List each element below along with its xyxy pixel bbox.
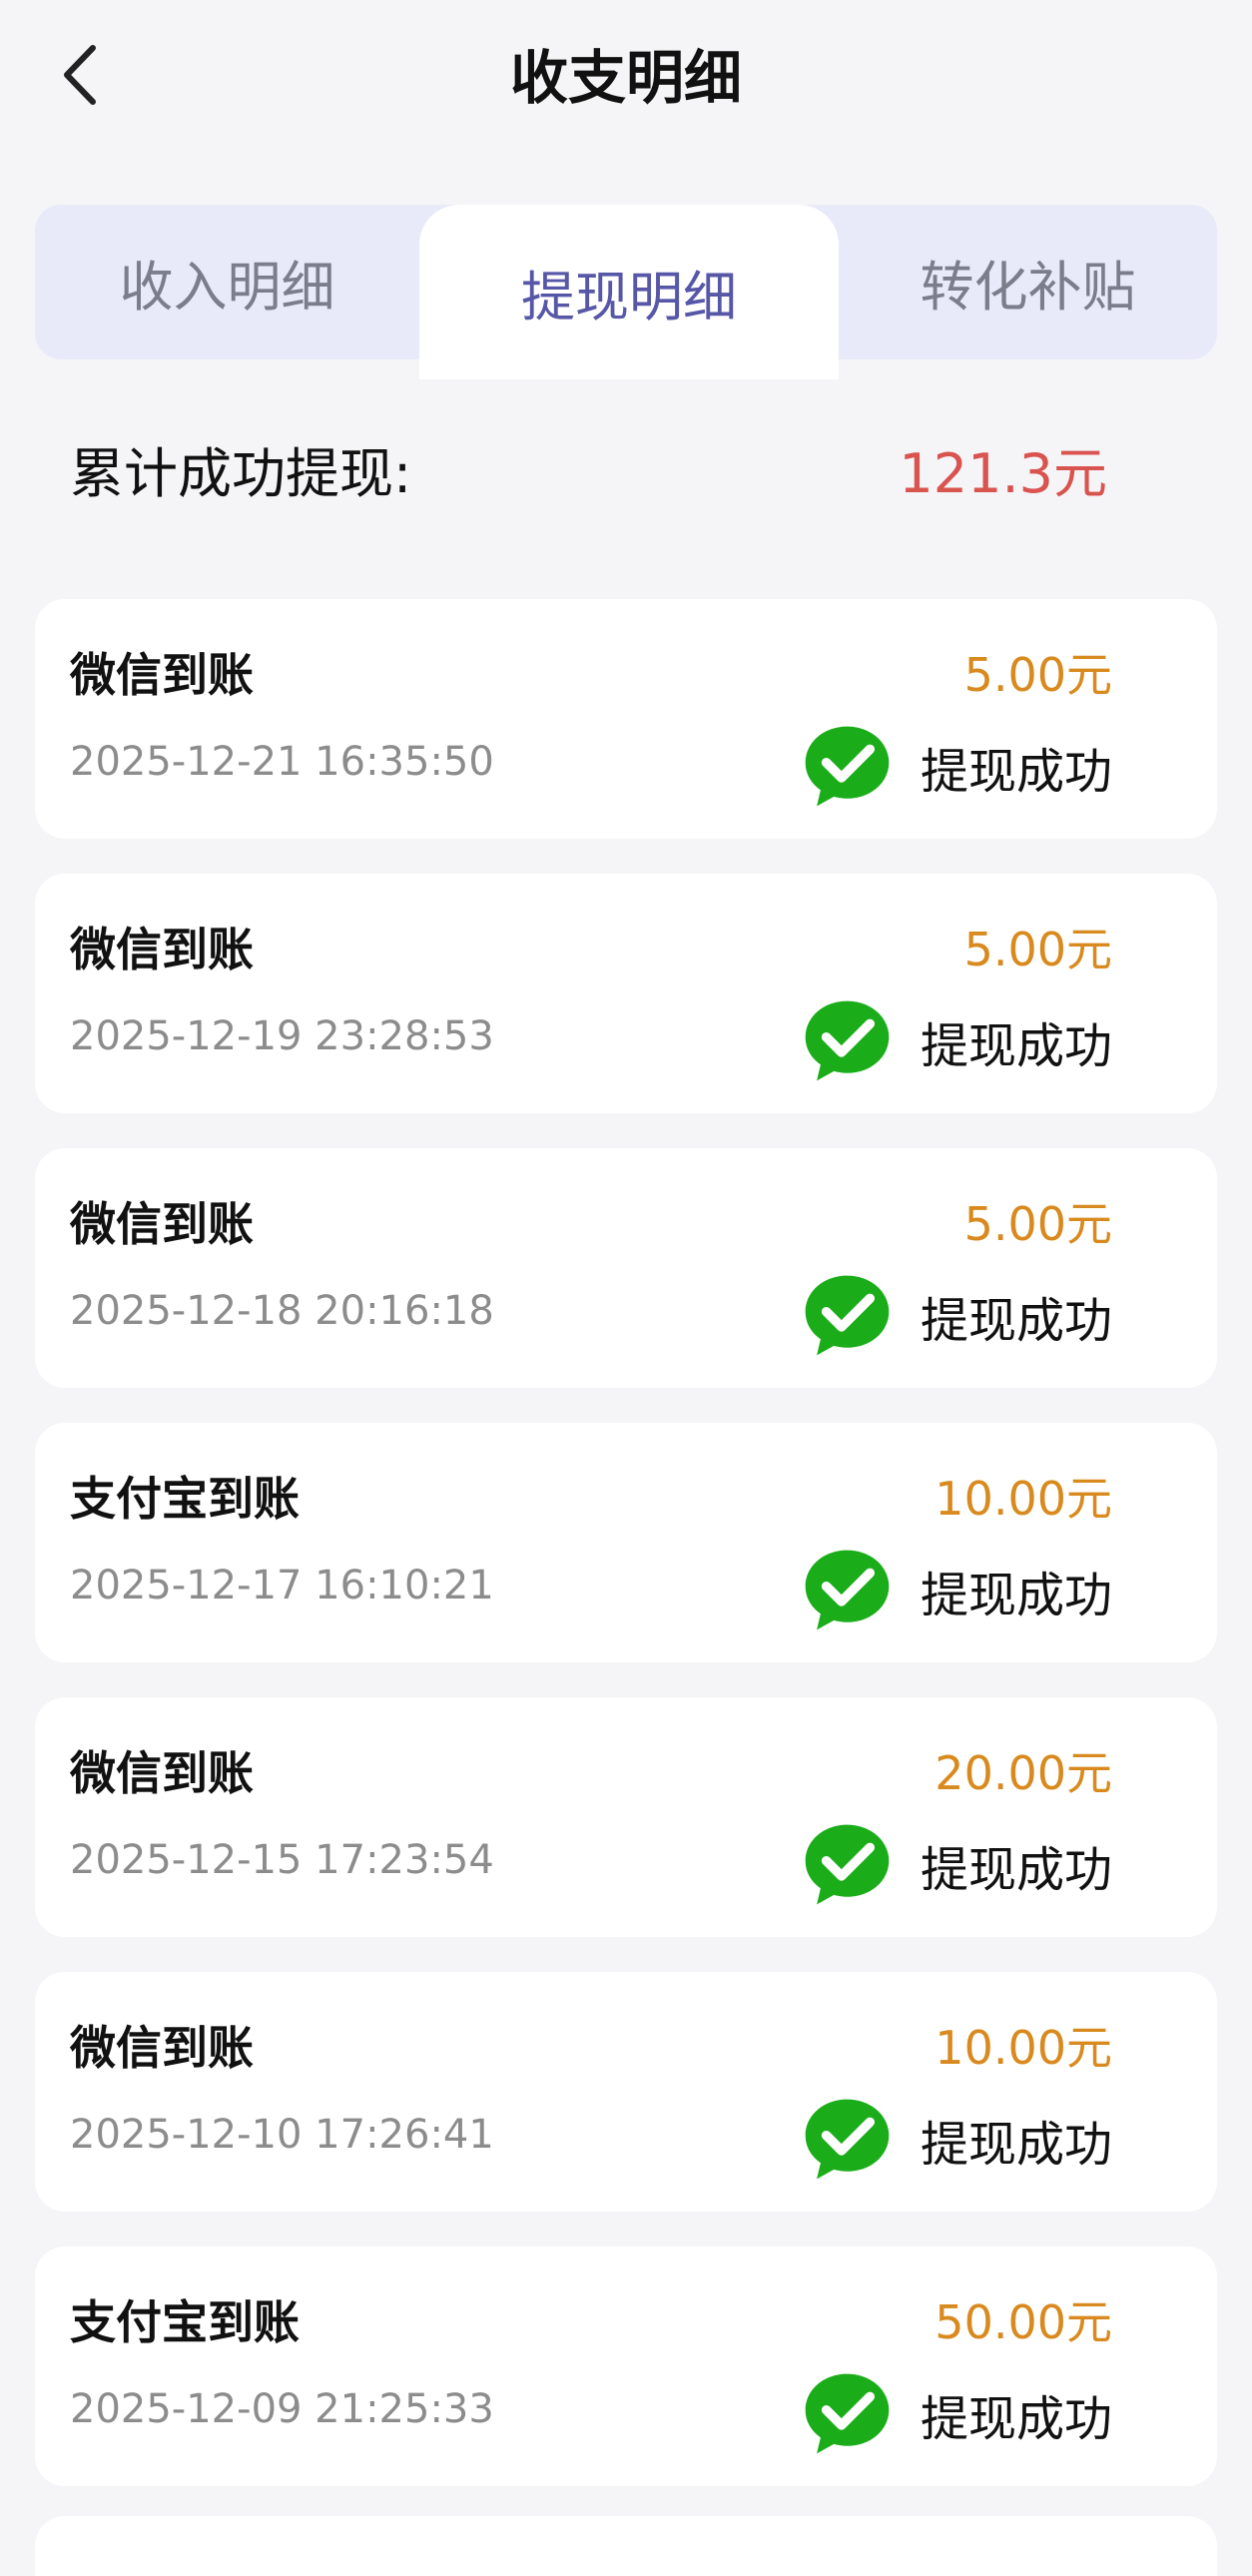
status-text: 提现成功 xyxy=(920,1841,1112,1898)
top-nav-bar: 收支明细 xyxy=(0,0,1252,150)
record-amount: 50.00元 xyxy=(935,2295,1112,2349)
record-amount: 20.00元 xyxy=(935,1746,1112,1800)
record-title: 支付宝到账 xyxy=(70,2295,300,2349)
record-amount: 10.00元 xyxy=(935,2021,1112,2075)
record-status: 提现成功 xyxy=(800,993,1112,1088)
record-title: 微信到账 xyxy=(70,2021,254,2075)
record-title: 微信到账 xyxy=(70,1746,254,1800)
list-item[interactable]: 微信到账 2025-12-15 17:23:54 20.00元 提现成功 xyxy=(35,1697,1217,1937)
list-item[interactable]: 支付宝到账 2025-12-17 16:10:21 10.00元 提现成功 xyxy=(35,1423,1217,1662)
record-title: 微信到账 xyxy=(70,923,254,976)
wechat-check-icon xyxy=(805,1550,890,1630)
list-item[interactable]: 微信到账 2025-12-21 16:35:50 5.00元 提现成功 xyxy=(35,599,1217,839)
record-amount: 10.00元 xyxy=(935,1472,1112,1526)
record-time: 2025-12-09 21:25:33 xyxy=(70,2386,494,2432)
record-time: 2025-12-15 17:23:54 xyxy=(70,1837,494,1883)
tab-income-detail[interactable]: 收入明细 xyxy=(35,205,419,359)
record-title: 微信到账 xyxy=(70,1197,254,1251)
wechat-check-icon xyxy=(805,1275,890,1356)
tab-bar: 收入明细 提现明细 转化补贴 xyxy=(35,205,1217,379)
wechat-check-icon xyxy=(805,1824,890,1905)
list-item[interactable]: 微信到账 2025-12-18 20:16:18 5.00元 提现成功 xyxy=(35,1148,1217,1388)
tab-withdraw-detail[interactable]: 提现明细 xyxy=(419,205,839,379)
record-status: 提现成功 xyxy=(800,2092,1112,2187)
record-amount: 5.00元 xyxy=(963,923,1112,976)
status-text: 提现成功 xyxy=(920,1017,1112,1074)
record-status: 提现成功 xyxy=(800,1268,1112,1363)
record-time: 2025-12-21 16:35:50 xyxy=(70,739,494,785)
summary-value: 121.3元 xyxy=(899,442,1107,505)
record-amount: 5.00元 xyxy=(963,1197,1112,1251)
tab-conversion-subsidy[interactable]: 转化补贴 xyxy=(839,205,1217,359)
wechat-check-icon xyxy=(805,1000,890,1081)
record-time: 2025-12-18 20:16:18 xyxy=(70,1288,494,1334)
wechat-check-icon xyxy=(805,2099,890,2180)
record-time: 2025-12-17 16:10:21 xyxy=(70,1563,494,1609)
status-text: 提现成功 xyxy=(920,2390,1112,2447)
list-item[interactable]: 微信到账 2025-12-10 17:26:41 10.00元 提现成功 xyxy=(35,1972,1217,2212)
page-title: 收支明细 xyxy=(509,44,742,112)
list-item-partial[interactable] xyxy=(35,2516,1217,2576)
record-title: 支付宝到账 xyxy=(70,1472,300,1526)
status-text: 提现成功 xyxy=(920,1292,1112,1349)
record-amount: 5.00元 xyxy=(963,648,1112,702)
summary-label: 累计成功提现: xyxy=(70,442,412,505)
list-item[interactable]: 微信到账 2025-12-19 23:28:53 5.00元 提现成功 xyxy=(35,874,1217,1113)
record-status: 提现成功 xyxy=(800,1817,1112,1912)
wechat-check-icon xyxy=(805,726,890,807)
wechat-check-icon xyxy=(805,2373,890,2454)
record-title: 微信到账 xyxy=(70,648,254,702)
list-item[interactable]: 支付宝到账 2025-12-09 21:25:33 50.00元 提现成功 xyxy=(35,2247,1217,2486)
record-status: 提现成功 xyxy=(800,719,1112,814)
record-status: 提现成功 xyxy=(800,1543,1112,1637)
record-status: 提现成功 xyxy=(800,2366,1112,2461)
status-text: 提现成功 xyxy=(920,743,1112,800)
withdraw-summary: 累计成功提现: 121.3元 xyxy=(35,379,1217,564)
record-time: 2025-12-10 17:26:41 xyxy=(70,2112,494,2158)
status-text: 提现成功 xyxy=(920,1567,1112,1623)
record-time: 2025-12-19 23:28:53 xyxy=(70,1013,494,1059)
status-text: 提现成功 xyxy=(920,2116,1112,2173)
